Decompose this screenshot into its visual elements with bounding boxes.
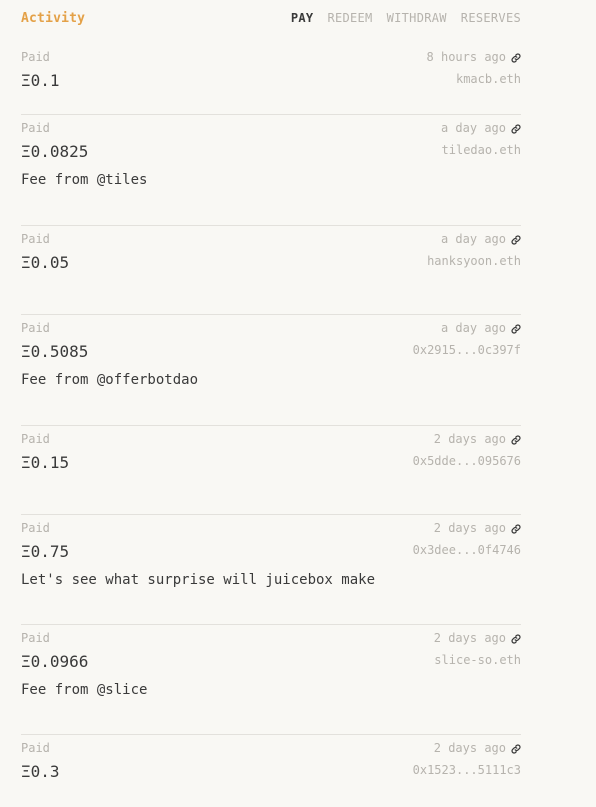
activity-panel: Activity PAY REDEEM WITHDRAW RESERVES Pa… — [0, 0, 596, 807]
activity-amount: Ξ0.0966 — [21, 652, 89, 671]
activity-time: 2 days ago — [433, 521, 506, 535]
activity-wallet[interactable]: 0x5dde...095676 — [413, 451, 521, 471]
activity-wallet[interactable]: 0x1523...5111c3 — [413, 760, 521, 780]
link-icon[interactable] — [511, 234, 521, 245]
activity-type-label: Paid — [21, 521, 50, 535]
link-icon[interactable] — [511, 123, 521, 134]
activity-type-label: Paid — [21, 432, 50, 446]
activity-wallet[interactable]: hanksyoon.eth — [427, 251, 521, 271]
activity-type-label: Paid — [21, 321, 50, 335]
activity-time: 2 days ago — [433, 741, 506, 755]
activity-amount: Ξ0.3 — [21, 762, 60, 781]
activity-note: Fee from @tiles — [21, 172, 148, 188]
link-icon[interactable] — [511, 523, 521, 534]
activity-time: 2 days ago — [433, 432, 506, 446]
activity-note: Fee from @slice — [21, 682, 148, 698]
activity-amount: Ξ0.15 — [21, 453, 70, 472]
activity-time: 2 days ago — [433, 631, 506, 645]
link-icon[interactable] — [511, 323, 521, 334]
activity-item: Paid Ξ0.05 a day ago hanksyoon.eth — [21, 226, 521, 315]
activity-item: Paid Ξ0.1 8 hours ago kmacb.eth — [21, 44, 521, 115]
activity-amount: Ξ0.1 — [21, 71, 60, 90]
tab-reserves[interactable]: RESERVES — [461, 11, 521, 25]
activity-time: 8 hours ago — [426, 50, 506, 64]
activity-amount: Ξ0.05 — [21, 253, 70, 272]
activity-type-label: Paid — [21, 631, 50, 645]
activity-note: Let's see what surprise will juicebox ma… — [21, 572, 376, 588]
activity-time: a day ago — [440, 121, 506, 135]
link-icon[interactable] — [511, 743, 521, 754]
activity-time: a day ago — [440, 321, 506, 335]
activity-type-label: Paid — [21, 50, 50, 64]
activity-time: a day ago — [440, 232, 506, 246]
activity-item: Paid Ξ0.75 2 days ago 0x3dee...0f4746 Le… — [21, 515, 521, 625]
activity-amount: Ξ0.75 — [21, 542, 70, 561]
activity-item: Paid Ξ0.5085 a day ago 0x2915...0c397f F… — [21, 315, 521, 426]
activity-note: Fee from @offerbotdao — [21, 372, 199, 388]
activity-item: Paid Ξ0.3 2 days ago 0x1523...5111c3 — [21, 735, 521, 805]
activity-amount: Ξ0.5085 — [21, 342, 89, 361]
activity-item: Paid Ξ0.0825 a day ago tiledao.eth Fee f… — [21, 115, 521, 226]
activity-tabs: PAY REDEEM WITHDRAW RESERVES — [291, 11, 521, 25]
tab-pay[interactable]: PAY — [291, 11, 314, 25]
activity-list: Paid Ξ0.1 8 hours ago kmacb.eth Paid Ξ0.… — [21, 44, 521, 805]
link-icon[interactable] — [511, 434, 521, 445]
activity-type-label: Paid — [21, 232, 50, 246]
activity-wallet[interactable]: 0x3dee...0f4746 — [413, 540, 521, 560]
activity-wallet[interactable]: slice-so.eth — [434, 650, 521, 670]
activity-type-label: Paid — [21, 741, 50, 755]
activity-type-label: Paid — [21, 121, 50, 135]
link-icon[interactable] — [511, 633, 521, 644]
tab-redeem[interactable]: REDEEM — [327, 11, 372, 25]
activity-header: Activity PAY REDEEM WITHDRAW RESERVES — [21, 8, 521, 28]
activity-item: Paid Ξ0.0966 2 days ago slice-so.eth Fee… — [21, 625, 521, 735]
activity-wallet[interactable]: kmacb.eth — [427, 69, 521, 89]
activity-wallet[interactable]: 0x2915...0c397f — [413, 340, 521, 360]
activity-wallet[interactable]: tiledao.eth — [441, 140, 521, 160]
activity-amount: Ξ0.0825 — [21, 142, 89, 161]
activity-item: Paid Ξ0.15 2 days ago 0x5dde...095676 — [21, 426, 521, 515]
tab-withdraw[interactable]: WITHDRAW — [387, 11, 447, 25]
link-icon[interactable] — [511, 52, 521, 63]
activity-title: Activity — [21, 10, 86, 26]
